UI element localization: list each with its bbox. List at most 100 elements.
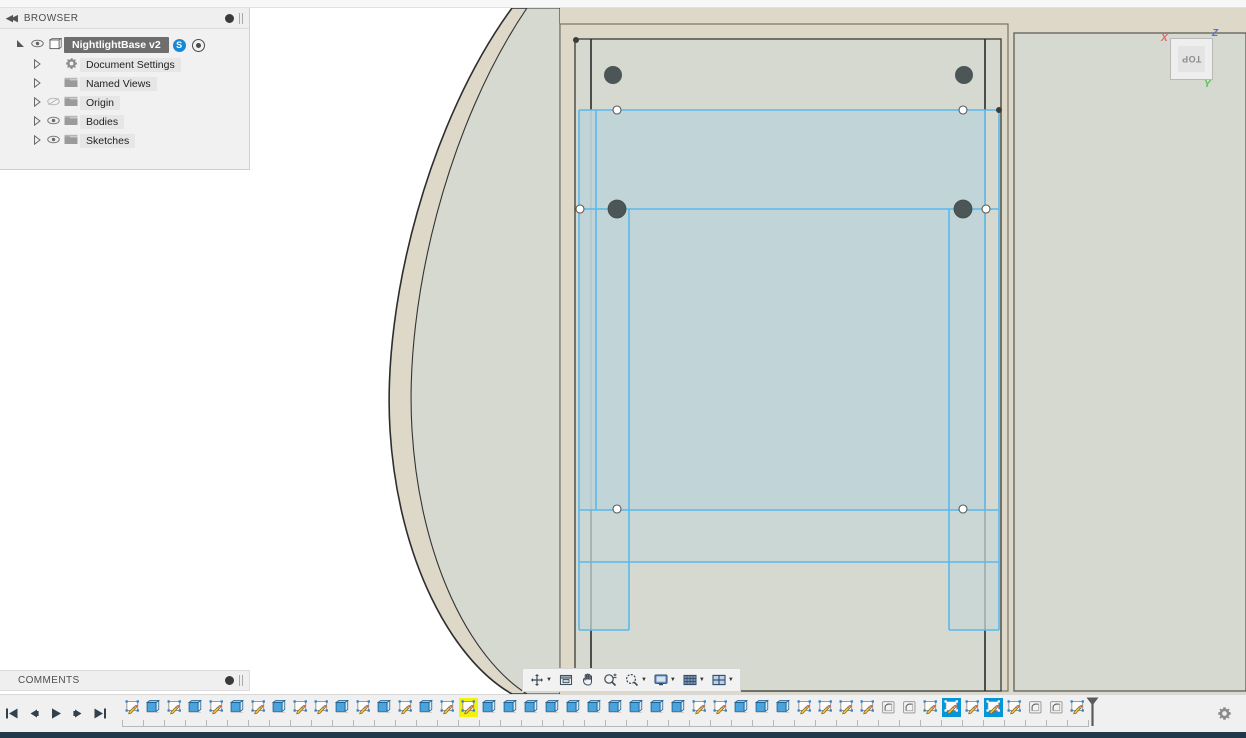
timeline-node-sketch[interactable]	[206, 697, 227, 719]
timeline-node-extrude[interactable]	[185, 697, 206, 719]
expand-triangle-icon[interactable]	[30, 96, 44, 109]
expand-triangle-icon[interactable]	[30, 77, 44, 90]
timeline-node-extrude[interactable]	[668, 697, 689, 719]
timeline-node-sketch[interactable]	[920, 697, 941, 719]
timeline-node-fillet[interactable]	[1046, 697, 1067, 719]
timeline-node-sketch[interactable]	[1004, 697, 1025, 719]
timeline-node-sketch[interactable]	[164, 697, 185, 719]
sketch-feature-icon	[459, 698, 478, 717]
go-to-end-button[interactable]	[92, 704, 108, 724]
panel-dot-icon[interactable]	[225, 676, 234, 685]
tree-item-bodies[interactable]: Bodies	[0, 112, 249, 131]
eye-visible-icon[interactable]	[44, 116, 62, 128]
timeline-node-sketch[interactable]	[836, 697, 857, 719]
timeline-node-extrude[interactable]	[626, 697, 647, 719]
monitor-icon	[654, 674, 668, 686]
sync-status-badge[interactable]: S	[172, 38, 186, 52]
timeline-node-extrude[interactable]	[416, 697, 437, 719]
timeline-node-extrude[interactable]	[584, 697, 605, 719]
timeline-node-extrude[interactable]	[332, 697, 353, 719]
orbit-tool[interactable]: ▼	[527, 670, 554, 690]
chevron-down-icon[interactable]: ▼	[699, 677, 705, 683]
timeline-node-extrude[interactable]	[605, 697, 626, 719]
panel-grip-icon[interactable]	[239, 675, 243, 686]
activate-component-icon[interactable]	[191, 38, 205, 52]
timeline-node-extrude[interactable]	[647, 697, 668, 719]
timeline-node-fillet[interactable]	[1025, 697, 1046, 719]
step-back-button[interactable]	[26, 704, 42, 724]
timeline-node-extrude[interactable]	[773, 697, 794, 719]
chevron-down-icon[interactable]: ▼	[670, 677, 676, 683]
chevron-down-icon[interactable]: ▼	[728, 677, 734, 683]
timeline-node-sketch[interactable]	[437, 697, 458, 719]
timeline-node-extrude[interactable]	[500, 697, 521, 719]
timeline-node-sketch[interactable]	[290, 697, 311, 719]
timeline-node-sketch[interactable]	[857, 697, 878, 719]
go-to-beginning-button[interactable]	[4, 704, 20, 724]
view-cube-face[interactable]: TOP	[1170, 38, 1213, 80]
expand-triangle-icon[interactable]	[30, 115, 44, 128]
timeline-node-sketch[interactable]	[122, 697, 143, 719]
timeline-settings-button[interactable]	[1202, 695, 1246, 733]
tree-item-origin[interactable]: Origin	[0, 93, 249, 112]
timeline-node-sketch[interactable]	[983, 697, 1004, 719]
step-forward-button[interactable]	[70, 704, 86, 724]
timeline-node-extrude[interactable]	[752, 697, 773, 719]
expand-triangle-icon[interactable]	[30, 58, 44, 71]
panel-grip-icon[interactable]	[239, 12, 243, 24]
timeline-node-sketch[interactable]	[794, 697, 815, 719]
collapse-left-arrows-icon[interactable]: ◀◀	[6, 13, 18, 24]
chevron-down-icon[interactable]: ▼	[641, 677, 647, 683]
timeline-node-sketch[interactable]	[395, 697, 416, 719]
tree-item-root[interactable]: NightlightBase v2 S	[0, 35, 249, 55]
timeline-node-sketch[interactable]	[248, 697, 269, 719]
timeline-node-extrude[interactable]	[227, 697, 248, 719]
tree-item-root-label: NightlightBase v2	[64, 37, 169, 53]
zoom-tool[interactable]	[600, 670, 620, 690]
timeline-node-sketch[interactable]	[1067, 697, 1088, 719]
timeline-node-extrude[interactable]	[374, 697, 395, 719]
timeline-node-extrude[interactable]	[521, 697, 542, 719]
chevron-down-icon[interactable]: ▼	[546, 677, 552, 683]
extrude-feature-icon	[186, 698, 205, 717]
eye-visible-icon[interactable]	[44, 135, 62, 147]
eye-hidden-icon[interactable]	[44, 97, 62, 109]
grid-snaps[interactable]: ▼	[680, 670, 707, 690]
panel-dot-icon[interactable]	[225, 13, 234, 23]
timeline-end-marker[interactable]	[1086, 697, 1099, 727]
timeline-node-fillet[interactable]	[899, 697, 920, 719]
timeline-node-extrude[interactable]	[542, 697, 563, 719]
navigation-bar[interactable]: ▼ ▼ ▼ ▼ ▼	[522, 668, 741, 692]
display-settings[interactable]: ▼	[651, 670, 678, 690]
view-cube[interactable]: X Z Y TOP	[1161, 28, 1218, 90]
timeline-node-sketch[interactable]	[710, 697, 731, 719]
timeline-node-extrude[interactable]	[563, 697, 584, 719]
viewports[interactable]: ▼	[709, 670, 736, 690]
timeline-node-extrude[interactable]	[143, 697, 164, 719]
timeline-node-sketch[interactable]	[815, 697, 836, 719]
pan-tool[interactable]	[578, 670, 598, 690]
fit-tool[interactable]	[556, 670, 576, 690]
timeline-node-sketch[interactable]	[941, 697, 962, 719]
eye-visible-icon[interactable]	[28, 39, 46, 51]
sketch-feature-icon	[354, 698, 373, 717]
tree-item-document-settings[interactable]: Document Settings	[0, 55, 249, 74]
timeline-node-sketch[interactable]	[962, 697, 983, 719]
timeline-node-sketch[interactable]	[353, 697, 374, 719]
play-button[interactable]	[48, 704, 64, 724]
tree-item-sketches[interactable]: Sketches	[0, 131, 249, 150]
timeline-node-sketch[interactable]	[458, 697, 479, 719]
timeline-node-fillet[interactable]	[878, 697, 899, 719]
tree-item-named-views[interactable]: Named Views	[0, 74, 249, 93]
comments-panel[interactable]: COMMENTS	[0, 670, 250, 691]
timeline-track[interactable]	[116, 695, 1202, 733]
timeline-node-extrude[interactable]	[731, 697, 752, 719]
timeline-node-extrude[interactable]	[269, 697, 290, 719]
timeline-node-sketch[interactable]	[311, 697, 332, 719]
zoom-window-tool[interactable]: ▼	[622, 670, 649, 690]
expand-triangle-icon[interactable]	[14, 39, 28, 51]
expand-triangle-icon[interactable]	[30, 134, 44, 147]
timeline-node-sketch[interactable]	[689, 697, 710, 719]
browser-panel-header[interactable]: ◀◀ BROWSER	[0, 8, 249, 29]
timeline-node-extrude[interactable]	[479, 697, 500, 719]
